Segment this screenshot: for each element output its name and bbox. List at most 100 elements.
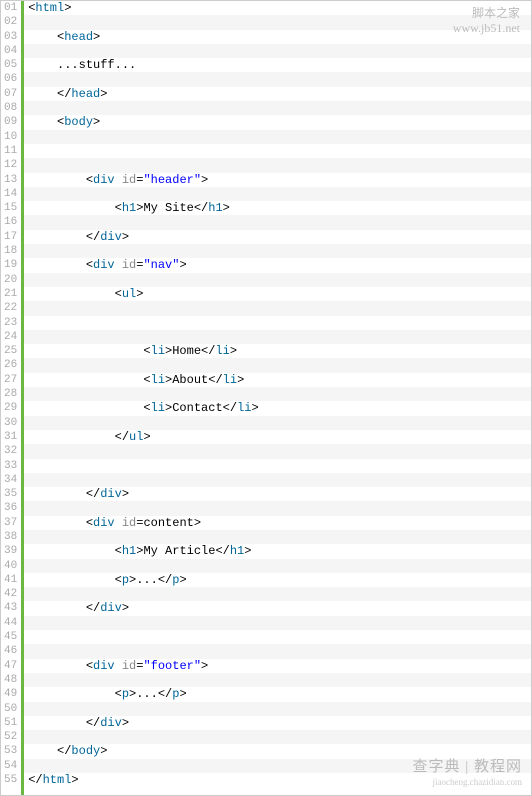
line-number: 30 <box>1 416 21 430</box>
code-line[interactable]: <li>Contact</li> <box>24 401 531 415</box>
line-number: 52 <box>1 730 21 744</box>
code-line[interactable] <box>24 559 531 573</box>
code-line[interactable] <box>24 72 531 86</box>
code-line[interactable]: <div id="footer"> <box>24 659 531 673</box>
line-number: 25 <box>1 344 21 358</box>
code-line[interactable]: <ul> <box>24 287 531 301</box>
code-line[interactable]: <html> <box>24 1 531 15</box>
code-line[interactable] <box>24 301 531 315</box>
code-line[interactable] <box>24 673 531 687</box>
line-number: 07 <box>1 87 21 101</box>
code-line[interactable]: </div> <box>24 230 531 244</box>
code-line[interactable]: </html> <box>24 773 531 787</box>
line-number: 19 <box>1 258 21 272</box>
code-line[interactable] <box>24 416 531 430</box>
line-number: 24 <box>1 330 21 344</box>
code-line[interactable] <box>24 158 531 172</box>
code-line[interactable]: </head> <box>24 87 531 101</box>
line-number: 46 <box>1 644 21 658</box>
code-line[interactable]: <li>About</li> <box>24 373 531 387</box>
code-line[interactable] <box>24 215 531 229</box>
line-number: 08 <box>1 101 21 115</box>
code-line[interactable]: <h1>My Site</h1> <box>24 201 531 215</box>
code-line[interactable] <box>24 702 531 716</box>
line-number: 01 <box>1 1 21 15</box>
line-number: 29 <box>1 401 21 415</box>
line-number-gutter: 0102030405060708091011121314151617181920… <box>1 1 24 795</box>
line-number: 09 <box>1 115 21 129</box>
code-line[interactable] <box>24 144 531 158</box>
code-line[interactable]: <div id="nav"> <box>24 258 531 272</box>
line-number: 45 <box>1 630 21 644</box>
code-line[interactable] <box>24 730 531 744</box>
code-line[interactable]: </div> <box>24 487 531 501</box>
code-line[interactable] <box>24 616 531 630</box>
code-line[interactable]: <div id=content> <box>24 516 531 530</box>
line-number: 34 <box>1 473 21 487</box>
code-line[interactable]: <p>...</p> <box>24 687 531 701</box>
code-line[interactable]: </body> <box>24 744 531 758</box>
code-line[interactable] <box>24 444 531 458</box>
code-line[interactable] <box>24 330 531 344</box>
code-line[interactable]: <head> <box>24 30 531 44</box>
code-line[interactable] <box>24 316 531 330</box>
line-number: 02 <box>1 15 21 29</box>
line-number: 39 <box>1 544 21 558</box>
line-number: 47 <box>1 659 21 673</box>
line-number: 27 <box>1 373 21 387</box>
line-number: 21 <box>1 287 21 301</box>
line-number: 41 <box>1 573 21 587</box>
code-line[interactable] <box>24 459 531 473</box>
code-line[interactable]: <div id="header"> <box>24 173 531 187</box>
code-line[interactable] <box>24 244 531 258</box>
code-line[interactable]: ...stuff... <box>24 58 531 72</box>
code-line[interactable]: </div> <box>24 601 531 615</box>
code-line[interactable]: </ul> <box>24 430 531 444</box>
line-number: 04 <box>1 44 21 58</box>
code-line[interactable] <box>24 473 531 487</box>
code-line[interactable] <box>24 501 531 515</box>
line-number: 33 <box>1 459 21 473</box>
line-number: 13 <box>1 173 21 187</box>
code-line[interactable] <box>24 101 531 115</box>
line-number: 53 <box>1 744 21 758</box>
line-number: 11 <box>1 144 21 158</box>
line-number: 44 <box>1 616 21 630</box>
line-number: 14 <box>1 187 21 201</box>
code-line[interactable]: </div> <box>24 716 531 730</box>
line-number: 50 <box>1 702 21 716</box>
code-line[interactable] <box>24 387 531 401</box>
line-number: 23 <box>1 316 21 330</box>
line-number: 31 <box>1 430 21 444</box>
line-number: 35 <box>1 487 21 501</box>
code-line[interactable] <box>24 187 531 201</box>
code-line[interactable]: <li>Home</li> <box>24 344 531 358</box>
code-line[interactable] <box>24 358 531 372</box>
code-line[interactable] <box>24 273 531 287</box>
line-number: 05 <box>1 58 21 72</box>
code-line[interactable]: <h1>My Article</h1> <box>24 544 531 558</box>
line-number: 49 <box>1 687 21 701</box>
line-number: 17 <box>1 230 21 244</box>
code-line[interactable] <box>24 759 531 773</box>
code-line[interactable] <box>24 15 531 29</box>
code-area[interactable]: <html> <head> ...stuff... </head> <body>… <box>24 1 531 795</box>
line-number: 28 <box>1 387 21 401</box>
code-line[interactable] <box>24 130 531 144</box>
code-line[interactable]: <p>...</p> <box>24 573 531 587</box>
code-line[interactable]: <body> <box>24 115 531 129</box>
code-line[interactable] <box>24 587 531 601</box>
line-number: 37 <box>1 516 21 530</box>
code-line[interactable] <box>24 44 531 58</box>
line-number: 48 <box>1 673 21 687</box>
line-number: 51 <box>1 716 21 730</box>
code-line[interactable] <box>24 644 531 658</box>
line-number: 40 <box>1 559 21 573</box>
line-number: 36 <box>1 501 21 515</box>
line-number: 06 <box>1 72 21 86</box>
code-line[interactable] <box>24 630 531 644</box>
line-number: 12 <box>1 158 21 172</box>
line-number: 54 <box>1 759 21 773</box>
code-line[interactable] <box>24 530 531 544</box>
code-block: 0102030405060708091011121314151617181920… <box>0 0 532 796</box>
